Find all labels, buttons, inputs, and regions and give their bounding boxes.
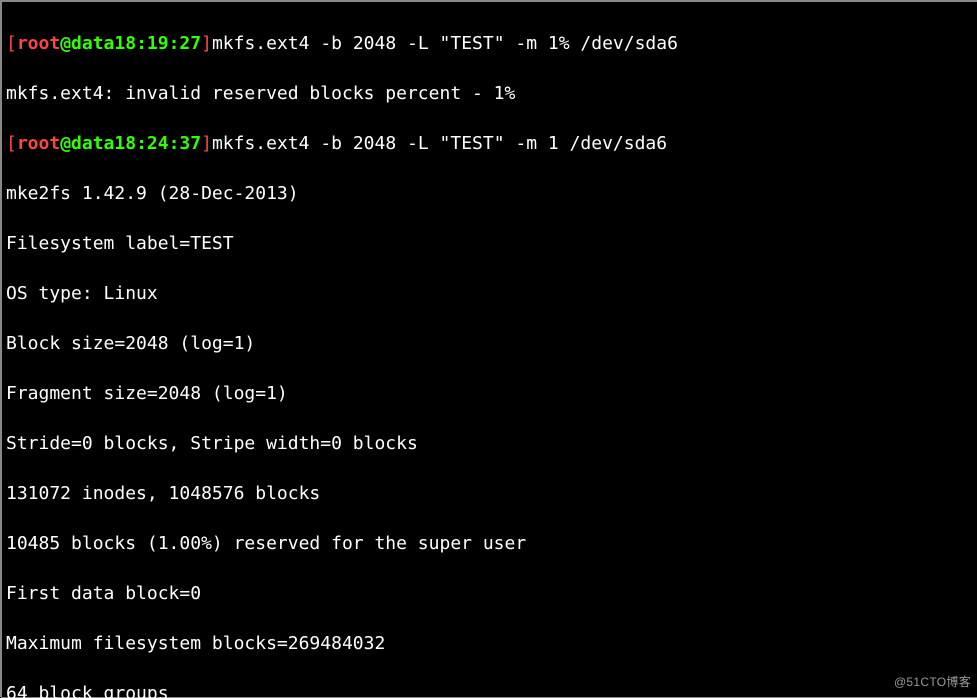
output-line: Filesystem label=TEST (6, 231, 975, 256)
output-line: First data block=0 (6, 581, 975, 606)
prompt-user: root (17, 33, 60, 54)
bracket-icon: [ (6, 133, 17, 154)
output-line: 64 block groups (6, 681, 975, 698)
output-line: Maximum filesystem blocks=269484032 (6, 631, 975, 656)
terminal[interactable]: [root@data18:19:27]mkfs.ext4 -b 2048 -L … (2, 2, 977, 698)
prompt-time: 18:24:37 (114, 133, 201, 154)
output-line: 10485 blocks (1.00%) reserved for the su… (6, 531, 975, 556)
command-text: mkfs.ext4 -b 2048 -L "TEST" -m 1 /dev/sd… (212, 133, 667, 154)
watermark: @51CTO博客 (894, 670, 971, 695)
at-icon: @ (60, 33, 71, 54)
output-line: Fragment size=2048 (log=1) (6, 381, 975, 406)
prompt-line[interactable]: [root@data18:24:37]mkfs.ext4 -b 2048 -L … (6, 131, 975, 156)
output-line: OS type: Linux (6, 281, 975, 306)
output-line: 131072 inodes, 1048576 blocks (6, 481, 975, 506)
bracket-icon: ] (201, 133, 212, 154)
output-line: Block size=2048 (log=1) (6, 331, 975, 356)
at-icon: @ (60, 133, 71, 154)
command-text: mkfs.ext4 -b 2048 -L "TEST" -m 1% /dev/s… (212, 33, 678, 54)
bracket-icon: ] (201, 33, 212, 54)
prompt-host: data (71, 33, 114, 54)
output-line: mkfs.ext4: invalid reserved blocks perce… (6, 81, 975, 106)
output-line: Stride=0 blocks, Stripe width=0 blocks (6, 431, 975, 456)
output-line: mke2fs 1.42.9 (28-Dec-2013) (6, 181, 975, 206)
prompt-time: 18:19:27 (114, 33, 201, 54)
prompt-host: data (71, 133, 114, 154)
prompt-line[interactable]: [root@data18:19:27]mkfs.ext4 -b 2048 -L … (6, 31, 975, 56)
prompt-user: root (17, 133, 60, 154)
bracket-icon: [ (6, 33, 17, 54)
